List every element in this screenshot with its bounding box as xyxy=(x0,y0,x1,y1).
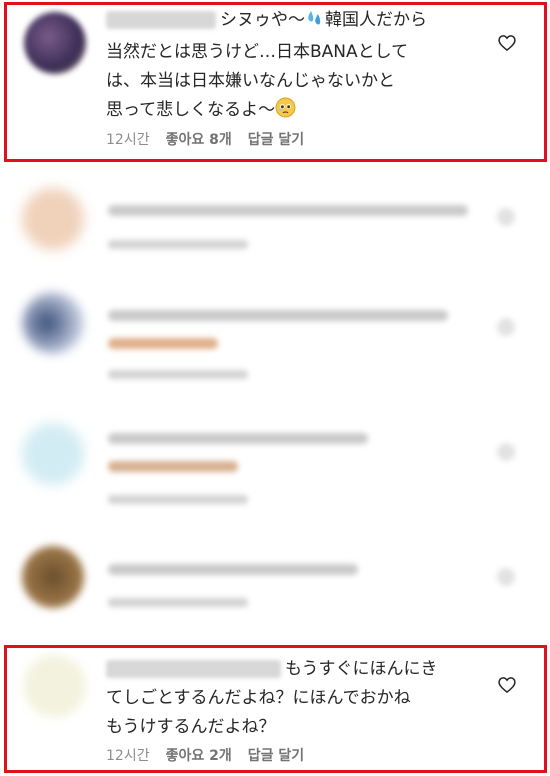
blurred-text xyxy=(108,433,368,444)
avatar[interactable] xyxy=(22,292,84,354)
comment-1: シヌゥや〜 韓国人だから 当然だとは思うけど…日本BANAとして は、本当は日本嫌… xyxy=(0,0,550,165)
blurred-text xyxy=(108,564,358,575)
likes-count[interactable]: 좋아요 8개 xyxy=(166,129,232,149)
blurred-text xyxy=(108,310,448,321)
blurred-text xyxy=(108,205,468,216)
timestamp: 12시간 xyxy=(106,132,150,148)
comment-meta: 12시간 좋아요 2개 답글 달기 xyxy=(106,745,304,765)
comment-meta: 12시간 좋아요 8개 답글 달기 xyxy=(106,129,304,149)
blurred-text xyxy=(108,338,218,349)
username-blurred[interactable] xyxy=(106,11,216,29)
comment-2: もうすぐにほんにき てしごとするんだよね？にほんでおかね もうけするんだよね？ … xyxy=(0,645,550,776)
reply-button[interactable]: 답글 달기 xyxy=(248,129,304,149)
avatar[interactable] xyxy=(22,423,84,485)
comment-text: シヌゥや〜 韓国人だから 当然だとは思うけど…日本BANAとして は、本当は日本嫌… xyxy=(106,6,496,128)
heart-icon[interactable] xyxy=(497,33,517,53)
heart-icon[interactable] xyxy=(497,318,515,336)
avatar[interactable] xyxy=(22,188,84,250)
blurred-text xyxy=(108,461,238,472)
timestamp: 12시간 xyxy=(106,748,150,764)
blurred-meta xyxy=(108,598,248,607)
blurred-meta xyxy=(108,370,248,379)
reply-button[interactable]: 답글 달기 xyxy=(248,745,304,765)
comment-text: もうすぐにほんにき てしごとするんだよね？にほんでおかね もうけするんだよね？ xyxy=(106,659,438,737)
username-blurred[interactable] xyxy=(106,660,281,678)
comment-blurred xyxy=(0,280,550,400)
heart-icon[interactable] xyxy=(497,568,515,586)
likes-count[interactable]: 좋아요 2개 xyxy=(166,745,232,765)
avatar[interactable] xyxy=(22,546,84,608)
avatar[interactable] xyxy=(24,12,86,74)
heart-icon[interactable] xyxy=(497,443,515,461)
pleading-face-emoji xyxy=(275,97,296,128)
avatar[interactable] xyxy=(24,655,86,717)
droplets-emoji xyxy=(305,8,325,38)
comment-blurred xyxy=(0,170,550,270)
comment-blurred xyxy=(0,405,550,525)
blurred-meta xyxy=(108,240,248,249)
heart-icon[interactable] xyxy=(497,675,517,695)
heart-icon[interactable] xyxy=(497,208,515,226)
blurred-meta xyxy=(108,495,248,504)
comment-blurred xyxy=(0,540,550,630)
